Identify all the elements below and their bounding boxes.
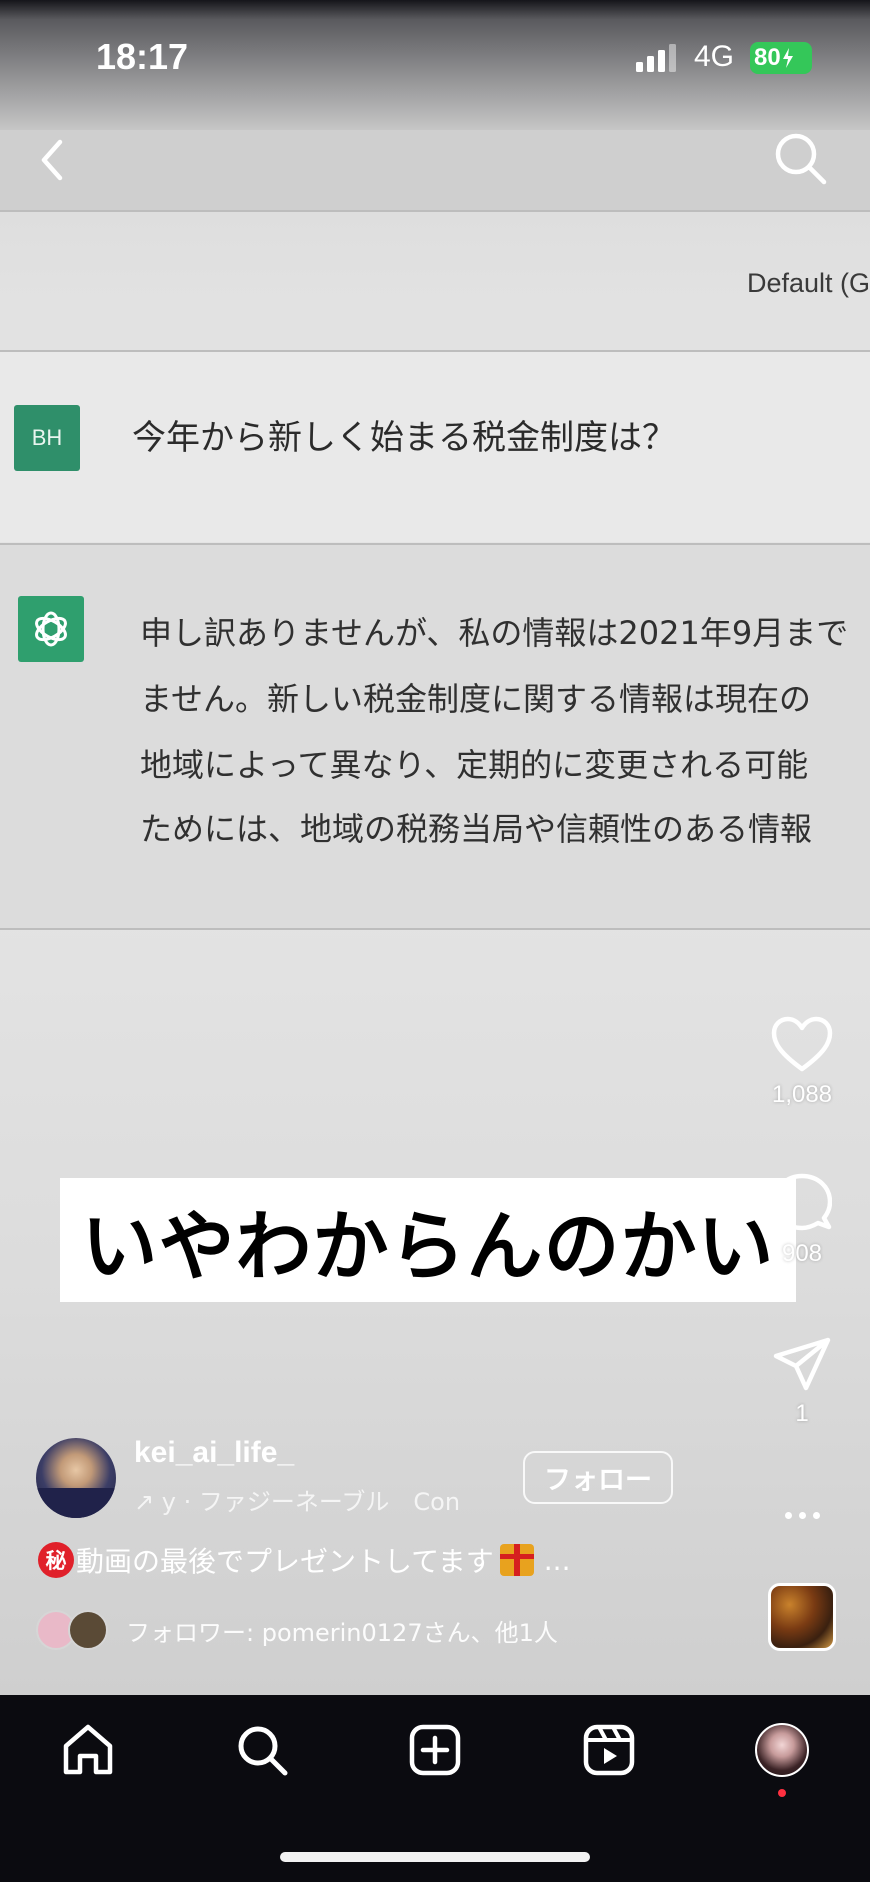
secret-badge-icon: 秘: [38, 1542, 74, 1578]
create-icon: [409, 1724, 461, 1776]
status-time: 18:17: [96, 36, 189, 77]
more-icon: [784, 1511, 792, 1519]
notification-dot: [778, 1789, 786, 1797]
signal-icon: [636, 44, 680, 72]
nav-profile-avatar[interactable]: [755, 1723, 809, 1777]
user-question-text: 今年から新しく始まる税金制度は？: [132, 418, 676, 458]
follower-avatar: [68, 1610, 108, 1650]
follower-avatars: [36, 1610, 116, 1650]
home-icon: [63, 1724, 113, 1775]
more-icon-dot: [798, 1511, 806, 1519]
assistant-text-line: 地域によって異なり、定期的に変更される可能: [140, 746, 809, 784]
divider: [0, 210, 870, 212]
like-button[interactable]: 1,088: [752, 1015, 852, 1109]
explore-icon: [238, 1726, 288, 1776]
followers-text[interactable]: フォロワー: pomerin0127さん、他1人: [126, 1613, 558, 1648]
nav-home[interactable]: [60, 1722, 116, 1778]
comment-button[interactable]: 908: [752, 1172, 852, 1268]
screen-header-band: [0, 130, 870, 210]
more-options-button[interactable]: [772, 1500, 832, 1530]
audio-thumbnail[interactable]: [768, 1583, 836, 1651]
assistant-message-row: [0, 545, 870, 930]
caption-more[interactable]: ...: [544, 1544, 571, 1577]
search-icon: [775, 133, 827, 185]
assistant-text-line: ません。新しい税金制度に関する情報は現在の: [140, 680, 812, 718]
battery-indicator: 80: [750, 42, 812, 74]
nav-explore[interactable]: [234, 1722, 290, 1778]
comment-icon: [772, 1173, 833, 1231]
send-icon: [773, 1337, 831, 1391]
post-caption[interactable]: 秘 動画の最後でプレゼントしてます ...: [38, 1540, 570, 1580]
reels-icon: [583, 1724, 635, 1776]
divider: [0, 928, 870, 930]
network-type: 4G: [694, 40, 735, 73]
model-label: Default (G: [746, 268, 870, 298]
back-icon: [41, 139, 63, 181]
follow-button[interactable]: フォロー: [523, 1451, 673, 1504]
more-icon-dot: [812, 1511, 820, 1519]
author-username[interactable]: kei_ai_life_: [134, 1436, 294, 1470]
video-player[interactable]: Default (G BH 今年から新しく始まる税金制度は？ 申し訳ありませんが…: [0, 0, 870, 1695]
share-count: 1: [795, 1400, 809, 1427]
assistant-text-line: ためには、地域の税務当局や信頼性のある情報: [140, 810, 813, 848]
overlay-caption-text: いやわからんのかい: [81, 1202, 775, 1291]
share-button[interactable]: 1: [752, 1336, 852, 1428]
comment-count: 908: [781, 1240, 823, 1267]
status-bar: 18:17 4G 80: [0, 0, 870, 110]
overlay-caption: いやわからんのかい: [60, 1178, 796, 1302]
openai-logo-icon: [18, 596, 84, 662]
caption-text: 動画の最後でプレゼントしてます: [76, 1545, 494, 1578]
nav-create[interactable]: [407, 1722, 463, 1778]
home-indicator: [280, 1852, 590, 1862]
audio-track[interactable]: ↗ у · ファジーネーブル Con: [134, 1482, 460, 1517]
search-button[interactable]: [772, 130, 828, 186]
like-count: 1,088: [771, 1081, 833, 1108]
nav-reels[interactable]: [581, 1722, 637, 1778]
assistant-text-line: 申し訳ありませんが、私の情報は2021年9月まで: [140, 614, 849, 652]
author-avatar[interactable]: [36, 1438, 116, 1518]
user-avatar: BH: [14, 405, 80, 471]
gift-icon: [499, 1544, 534, 1576]
heart-icon: [771, 1016, 833, 1072]
back-button[interactable]: [30, 130, 80, 190]
battery-level: 80: [754, 44, 781, 71]
